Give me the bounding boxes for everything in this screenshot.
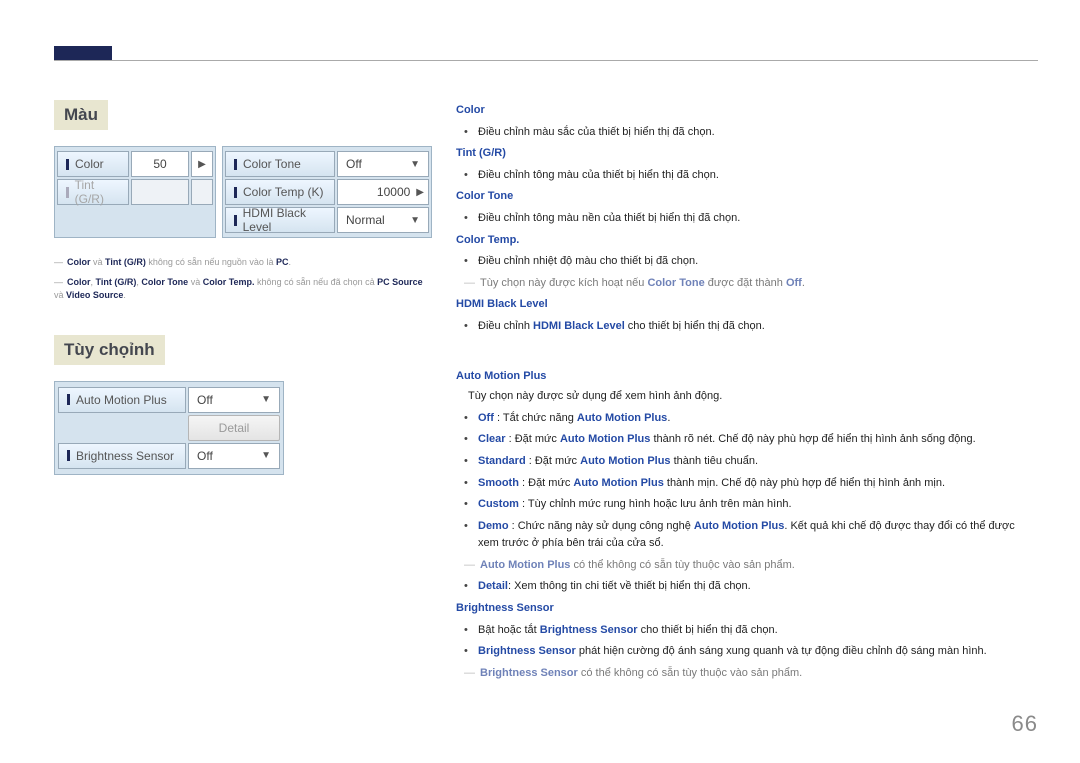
label-brightness-sensor-text: Brightness Sensor [76,449,174,463]
list-item: Standard : Đặt mức Auto Motion Plus thàn… [464,453,1038,471]
spacer [456,340,1038,366]
arrow-right-icon: ▶ [416,187,424,198]
detail-button-text: Detail [219,421,250,435]
chevron-down-icon: ▼ [261,394,271,405]
chevron-down-icon: ▼ [410,159,420,170]
header-accent-bar [54,46,112,60]
list-item: Brightness Sensor phát hiện cường độ ánh… [464,643,1038,661]
label-auto-motion: Auto Motion Plus [58,387,186,413]
right-column: Color Điều chỉnh màu sắc của thiết bị hiể… [432,100,1038,713]
chevron-down-icon: ▼ [410,215,420,226]
left-column: Màu Color 50 ▶ Tint (G/R) [54,100,432,713]
label-brightness-sensor: Brightness Sensor [58,443,186,469]
panel-color-left: Color 50 ▶ Tint (G/R) [54,146,216,238]
arrow-right-icon: ▶ [198,159,206,170]
label-hdmi-black: HDMI Black Level [225,207,335,233]
list-item: Custom : Tùy chỉnh mức rung hình hoặc lư… [464,496,1038,514]
header-divider [54,60,1038,61]
section-title-mau: Màu [54,100,108,130]
page-number: 66 [1012,711,1038,737]
value-color-tone[interactable]: Off ▼ [337,151,429,177]
label-color-temp-text: Color Temp (K) [243,185,323,199]
panel-color-right: Color Tone Off ▼ Color Temp (K) 10000 ▶ HD… [222,146,432,238]
list-item: Detail: Xem thông tin chi tiết về thiết … [464,578,1038,596]
value-hdmi-black-text: Normal [346,213,385,227]
arrow-color[interactable]: ▶ [191,151,213,177]
list-item: Điều chỉnh HDMI Black Level cho thiết bị… [464,318,1038,336]
value-color-temp[interactable]: 10000 ▶ [337,179,429,205]
arrow-tint [191,179,213,205]
value-auto-motion[interactable]: Off ▼ [188,387,280,413]
list-item: Điều chỉnh nhiệt độ màu cho thiết bị đã … [464,253,1038,271]
heading: Color Tone [456,188,1038,206]
list-item: Điều chỉnh tông màu nền của thiết bị hiể… [464,210,1038,228]
section-title-tuychon: Tùy chọỉnh [54,335,165,365]
panel-tuychon: Auto Motion Plus Off ▼ Detail Brightness … [54,381,284,475]
note: Auto Motion Plus có thể không có sẵn tùy… [464,557,1038,575]
value-brightness-sensor-text: Off [197,449,213,463]
list-item: Clear : Đặt mức Auto Motion Plus thành r… [464,431,1038,449]
value-brightness-sensor[interactable]: Off ▼ [188,443,280,469]
note: Brightness Sensor có thể không có sẵn tù… [464,665,1038,683]
chevron-down-icon: ▼ [261,450,271,461]
value-color-tone-text: Off [346,157,362,171]
footnote-line: ―Color, Tint (G/R), Color Tone và Color … [54,276,432,303]
list-item: Off : Tắt chức năng Auto Motion Plus. [464,410,1038,428]
footnotes-section1: ―Color và Tint (G/R) không có sẵn nếu ng… [54,256,432,303]
heading: Brightness Sensor [456,600,1038,618]
list-item: Điều chỉnh màu sắc của thiết bị hiển thị… [464,124,1038,142]
value-color-text: 50 [153,157,166,171]
label-color-text: Color [75,157,104,171]
label-tint: Tint (G/R) [57,179,129,205]
heading: HDMI Black Level [456,296,1038,314]
label-color-tone: Color Tone [225,151,335,177]
paragraph: Tùy chọn này được sử dụng để xem hình ản… [468,388,1038,406]
value-auto-motion-text: Off [197,393,213,407]
heading: Tint (G/R) [456,145,1038,163]
heading: Color Temp. [456,232,1038,250]
value-color[interactable]: 50 [131,151,189,177]
label-auto-motion-text: Auto Motion Plus [76,393,167,407]
label-color-temp: Color Temp (K) [225,179,335,205]
heading: Color [456,102,1038,120]
value-tint [131,179,189,205]
label-tint-text: Tint (G/R) [75,178,120,206]
note: Tùy chọn này được kích hoạt nếu Color To… [464,275,1038,293]
value-hdmi-black[interactable]: Normal ▼ [337,207,429,233]
list-item: Bật hoặc tắt Brightness Sensor cho thiết… [464,622,1038,640]
heading: Auto Motion Plus [456,368,1038,386]
detail-button: Detail [188,415,280,441]
value-color-temp-text: 10000 [377,185,410,199]
label-color-tone-text: Color Tone [243,157,301,171]
footnote-line: ―Color và Tint (G/R) không có sẵn nếu ng… [54,256,432,270]
list-item: Điều chỉnh tông màu của thiết bị hiển th… [464,167,1038,185]
label-color: Color [57,151,129,177]
label-hdmi-black-text: HDMI Black Level [243,206,326,234]
list-item: Demo : Chức năng này sử dụng công nghệ A… [464,518,1038,553]
list-item: Smooth : Đặt mức Auto Motion Plus thành … [464,475,1038,493]
